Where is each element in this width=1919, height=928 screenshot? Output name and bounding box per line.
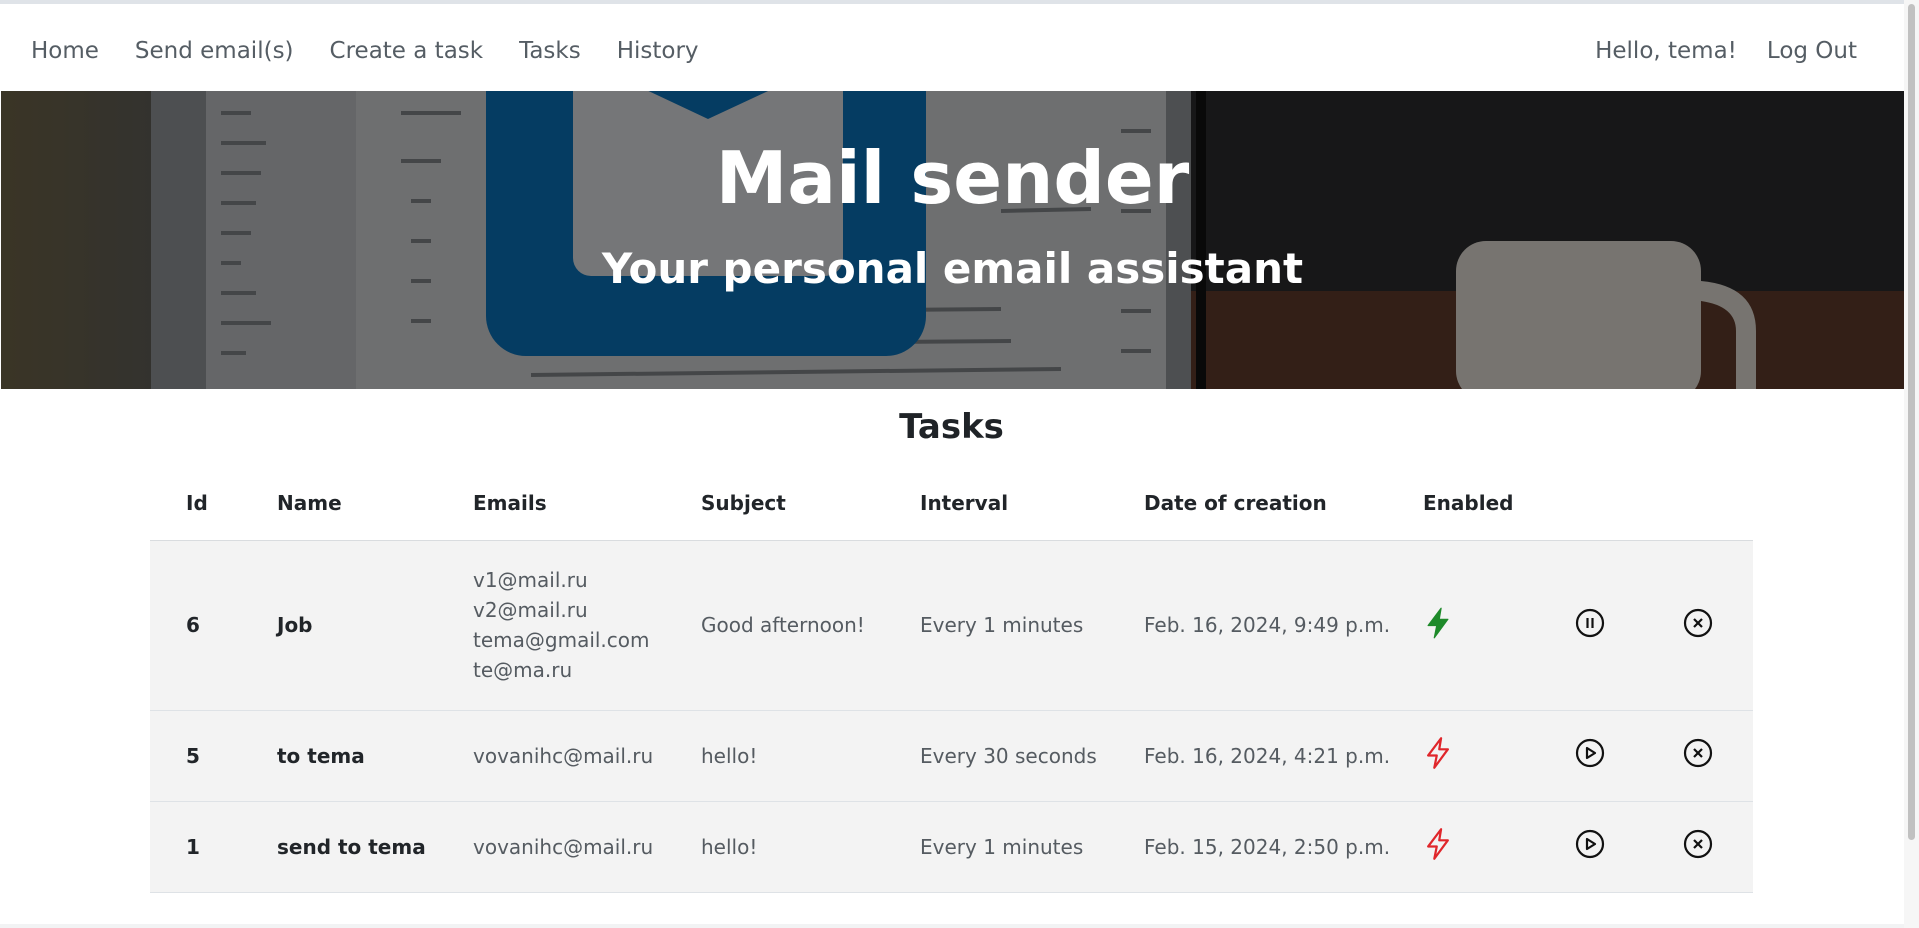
header-interval: Interval bbox=[920, 466, 1144, 541]
hero-title: Mail sender bbox=[715, 136, 1190, 220]
header-enabled: Enabled bbox=[1423, 466, 1575, 541]
task-subject: hello! bbox=[701, 710, 920, 802]
table-row: 1 send to tema vovanihc@mail.ru hello! E… bbox=[150, 801, 1753, 893]
header-delete-action bbox=[1683, 466, 1753, 541]
task-email: vovanihc@mail.ru bbox=[473, 743, 654, 768]
pause-icon[interactable] bbox=[1575, 608, 1605, 638]
nav-create-task-link[interactable]: Create a task bbox=[330, 36, 484, 66]
task-email: v1@mail.ru bbox=[473, 568, 588, 592]
task-date: Feb. 16, 2024, 9:49 p.m. bbox=[1144, 540, 1423, 711]
vertical-scrollbar[interactable] bbox=[1904, 0, 1919, 928]
header-name: Name bbox=[277, 466, 473, 541]
page-title: Tasks bbox=[899, 407, 1004, 447]
task-delete-cell bbox=[1683, 540, 1753, 711]
delete-x-circle-icon[interactable] bbox=[1683, 829, 1713, 859]
header-emails: Emails bbox=[473, 466, 701, 541]
hero-subtitle: Your personal email assistant bbox=[601, 244, 1304, 293]
disabled-bolt-icon bbox=[1427, 828, 1449, 860]
task-email: te@ma.ru bbox=[473, 658, 573, 682]
task-interval: Every 30 seconds bbox=[920, 710, 1144, 802]
task-emails: vovanihc@mail.ru bbox=[473, 801, 701, 893]
task-subject: Good afternoon! bbox=[701, 540, 920, 711]
hero-banner: Mail sender Your personal email assistan… bbox=[1, 91, 1904, 389]
enabled-bolt-icon bbox=[1427, 607, 1449, 638]
disabled-bolt-icon bbox=[1427, 737, 1449, 769]
task-email: tema@gmail.com bbox=[473, 628, 650, 652]
header-date-of-creation: Date of creation bbox=[1144, 466, 1423, 541]
nav-home-link[interactable]: Home bbox=[31, 36, 99, 66]
task-id: 1 bbox=[150, 801, 277, 893]
tasks-table: Id Name Emails Subject Interval Date of … bbox=[150, 466, 1753, 893]
table-row: 6 Job v1@mail.ru v2@mail.ru tema@gmail.c… bbox=[150, 540, 1753, 711]
page: Home Send email(s) Create a task Tasks H… bbox=[0, 0, 1904, 928]
table-row: 5 to tema vovanihc@mail.ru hello! Every … bbox=[150, 710, 1753, 802]
nav-user-area: Hello, tema! Log Out bbox=[1595, 36, 1857, 66]
nav-tasks-link[interactable]: Tasks bbox=[519, 36, 581, 66]
task-delete-cell bbox=[1683, 710, 1753, 802]
task-delete-cell bbox=[1683, 801, 1753, 893]
task-subject: hello! bbox=[701, 801, 920, 893]
task-enabled-cell bbox=[1423, 540, 1575, 711]
task-enabled-cell bbox=[1423, 801, 1575, 893]
task-name: send to tema bbox=[277, 801, 473, 893]
page-bottom-divider bbox=[0, 924, 1904, 928]
user-greeting[interactable]: Hello, tema! bbox=[1595, 36, 1737, 66]
delete-x-circle-icon[interactable] bbox=[1683, 738, 1713, 768]
table-header-row: Id Name Emails Subject Interval Date of … bbox=[150, 466, 1753, 541]
task-interval: Every 1 minutes bbox=[920, 801, 1144, 893]
navbar: Home Send email(s) Create a task Tasks H… bbox=[0, 8, 1904, 91]
task-email: vovanihc@mail.ru bbox=[473, 834, 654, 859]
task-enabled-cell bbox=[1423, 710, 1575, 802]
task-name: to tema bbox=[277, 710, 473, 802]
task-toggle-cell bbox=[1575, 710, 1683, 802]
delete-x-circle-icon[interactable] bbox=[1683, 608, 1713, 638]
task-date: Feb. 15, 2024, 2:50 p.m. bbox=[1144, 801, 1423, 893]
header-subject: Subject bbox=[701, 466, 920, 541]
task-toggle-cell bbox=[1575, 540, 1683, 711]
scrollbar-thumb[interactable] bbox=[1908, 4, 1915, 840]
nav-history-link[interactable]: History bbox=[617, 36, 699, 66]
header-toggle-action bbox=[1575, 466, 1683, 541]
logout-link[interactable]: Log Out bbox=[1767, 36, 1857, 66]
task-name: Job bbox=[277, 540, 473, 711]
task-date: Feb. 16, 2024, 4:21 p.m. bbox=[1144, 710, 1423, 802]
task-id: 6 bbox=[150, 540, 277, 711]
task-toggle-cell bbox=[1575, 801, 1683, 893]
play-icon[interactable] bbox=[1575, 738, 1605, 768]
nav-send-emails-link[interactable]: Send email(s) bbox=[135, 36, 294, 66]
task-email: v2@mail.ru bbox=[473, 598, 588, 622]
task-emails: vovanihc@mail.ru bbox=[473, 710, 701, 802]
nav-links: Home Send email(s) Create a task Tasks H… bbox=[31, 36, 699, 66]
play-icon[interactable] bbox=[1575, 829, 1605, 859]
task-id: 5 bbox=[150, 710, 277, 802]
header-id: Id bbox=[150, 466, 277, 541]
task-emails: v1@mail.ru v2@mail.ru tema@gmail.com te@… bbox=[473, 540, 701, 711]
task-interval: Every 1 minutes bbox=[920, 540, 1144, 711]
